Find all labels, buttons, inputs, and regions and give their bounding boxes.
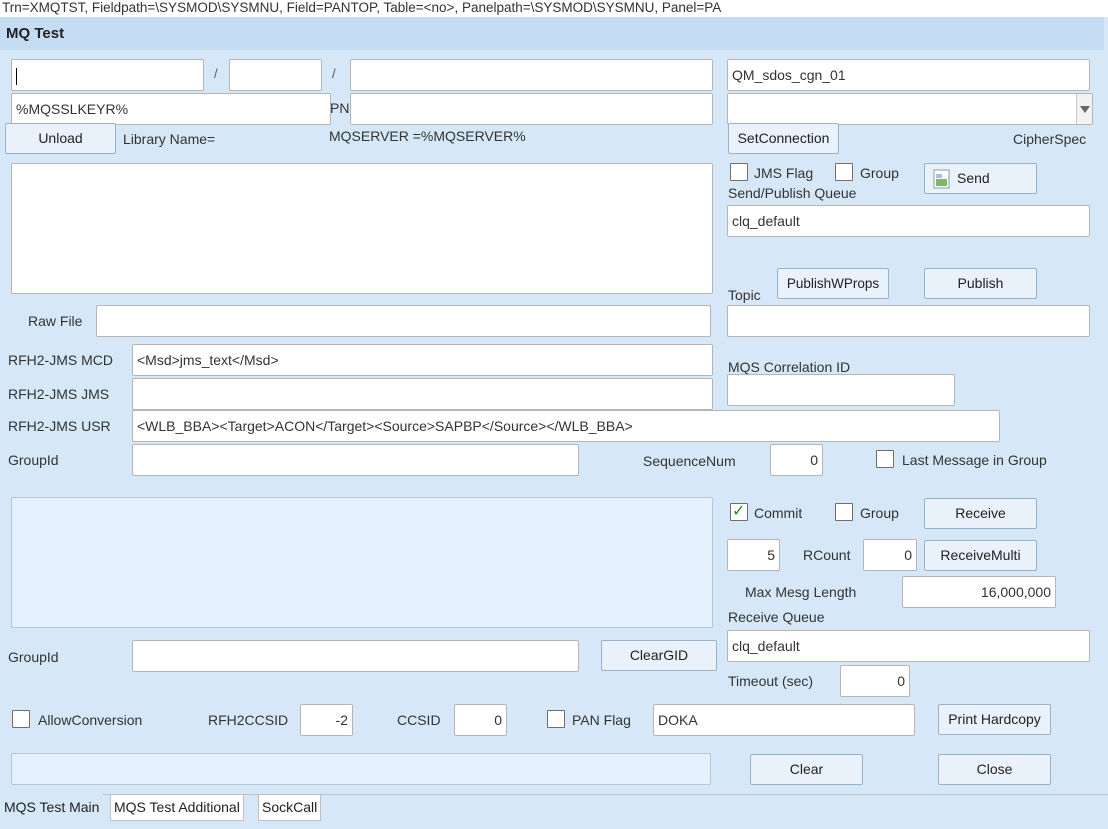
send-publish-queue-label: Send/Publish Queue [728,185,857,201]
timeout-field[interactable]: 0 [840,665,910,697]
max-mesg-length-field[interactable]: 16,000,000 [902,576,1056,608]
pan-flag-field[interactable]: DOKA [653,704,915,736]
raw-file-field[interactable] [96,305,711,337]
topic-label: Topic [728,287,761,303]
ccsid-field[interactable]: 0 [454,704,507,736]
receive-groupid-label: GroupId [8,649,59,665]
timeout-label: Timeout (sec) [728,673,814,689]
rfh2ccsid-label: RFH2CCSID [208,712,289,728]
publish-button[interactable]: Publish [924,268,1037,299]
jms-flag-checkbox[interactable] [730,163,748,181]
last-message-label: Last Message in Group [902,452,1047,468]
send-groupid-field[interactable] [132,444,579,476]
receive-message-textarea[interactable] [11,497,713,628]
allow-conversion-checkbox[interactable] [12,710,30,728]
queue-manager-field[interactable]: QM_sdos_cgn_01 [727,59,1090,91]
sequence-num-field[interactable]: 0 [770,444,823,476]
pn-field[interactable] [350,93,713,125]
rfh2-mcd-label: RFH2-JMS MCD [8,352,113,368]
rcount-label: RCount [803,547,851,563]
send-group-label: Group [860,165,899,181]
send-message-textarea[interactable] [11,163,713,294]
close-button[interactable]: Close [938,754,1051,785]
tab-sockcall[interactable]: SockCall [258,794,322,821]
send-button[interactable]: Send [924,163,1037,194]
rfh2-jms-label: RFH2-JMS JMS [8,386,110,402]
connection-field-3[interactable] [350,59,713,91]
last-message-checkbox[interactable] [876,450,894,468]
commit-label: Commit [754,505,803,521]
max-mesg-length-label: Max Mesg Length [745,584,857,600]
send-file-icon [933,169,950,189]
connection-field-2[interactable] [229,59,322,91]
status-message-field [11,753,711,785]
receive-queue-label: Receive Queue [728,609,825,625]
correlation-id-field[interactable] [727,374,955,406]
rfh2-usr-field[interactable]: <WLB_BBA><Target>ACON</Target><Source>SA… [132,410,1000,442]
rfh2-usr-label: RFH2-JMS USR [8,418,111,434]
pn-label: PN [330,100,350,116]
allow-conversion-label: AllowConversion [38,712,143,728]
check-icon: ✓ [732,503,746,520]
cleargid-button[interactable]: ClearGID [601,640,717,671]
ssl-key-field[interactable]: %MQSSLKEYR% [11,93,331,125]
send-groupid-label: GroupId [8,452,59,468]
send-group-checkbox[interactable] [835,163,853,181]
chevron-down-icon[interactable] [1076,94,1092,124]
rfh2ccsid-field[interactable]: -2 [300,704,353,736]
cipherspec-label: CipherSpec [1013,131,1087,147]
receive-queue-field[interactable]: clq_default [727,630,1090,662]
tab-mqs-test-main[interactable]: MQS Test Main [0,794,104,821]
sequence-num-label: SequenceNum [643,453,736,469]
mqserver-label: MQSERVER =%MQSERVER% [329,128,526,144]
tab-mqs-test-additional[interactable]: MQS Test Additional [110,794,244,821]
rfh2-mcd-field[interactable]: <Msd>jms_text</Msd> [132,344,713,376]
print-hardcopy-button[interactable]: Print Hardcopy [938,704,1051,735]
receive-button[interactable]: Receive [924,498,1037,529]
rfh2-jms-field[interactable] [132,378,713,410]
rcount-field[interactable]: 0 [863,539,917,571]
receivemulti-button[interactable]: ReceiveMulti [924,540,1037,571]
window-title: MQ Test [0,17,1104,50]
separator-slash-1: / [214,66,218,81]
pan-flag-label: PAN Flag [572,712,631,728]
receive-group-label: Group [860,505,899,521]
pan-flag-checkbox[interactable] [547,710,565,728]
setconnection-button[interactable]: SetConnection [728,123,839,154]
publishwprops-button[interactable]: PublishWProps [777,268,889,299]
connection-field-1[interactable] [11,59,204,91]
library-name-label: Library Name= [123,131,216,147]
correlation-id-label: MQS Correlation ID [728,359,851,375]
raw-file-label: Raw File [28,313,83,329]
topic-field[interactable] [727,305,1090,337]
unload-button[interactable]: Unload [5,123,116,154]
receive-group-checkbox[interactable] [835,503,853,521]
jms-flag-label: JMS Flag [754,165,814,181]
send-publish-queue-field[interactable]: clq_default [727,205,1090,237]
separator-slash-2: / [332,66,336,81]
receive-groupid-field[interactable] [132,640,579,672]
receive-count-field[interactable]: 5 [727,539,780,571]
ccsid-label: CCSID [397,712,441,728]
status-bar: Trn=XMQTST, Fieldpath=\SYSMOD\SYSMNU, Fi… [0,0,1108,17]
clear-button[interactable]: Clear [750,754,863,785]
cipherspec-dropdown[interactable] [727,93,1093,125]
commit-checkbox[interactable]: ✓ [730,503,748,521]
